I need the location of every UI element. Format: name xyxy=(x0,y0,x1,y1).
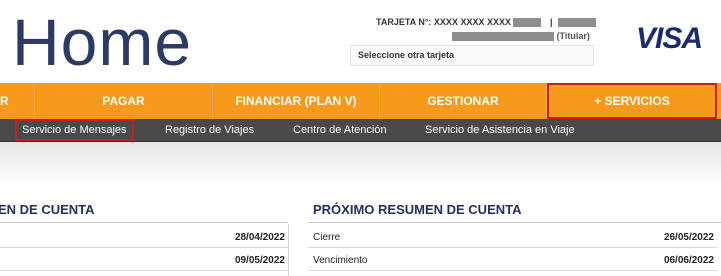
visa-logo: VISA xyxy=(636,22,703,55)
card-number-label: TARJETA N°: XXXX XXXX XXXX xyxy=(376,17,511,27)
left-row-value: 28/04/2022 xyxy=(234,232,285,243)
left-panel-edge xyxy=(288,224,289,276)
right-summary-row: Cierre 26/05/2022 xyxy=(308,227,717,248)
subnav-registro-viajes[interactable]: Registro de Viajes xyxy=(165,119,254,141)
nav-item-pagar[interactable]: PAGAR xyxy=(35,83,213,119)
card-separator: | xyxy=(550,17,553,27)
nav-item-truncated[interactable]: R xyxy=(0,83,35,119)
subnav-centro-atencion[interactable]: Centro de Atención xyxy=(293,119,387,141)
redacted-name-part xyxy=(558,18,597,28)
left-summary-row: 09/05/2022 xyxy=(0,250,288,271)
card-number-line: TARJETA N°: XXXX XXXX XXXX | xyxy=(376,17,597,28)
left-row-value: 09/05/2022 xyxy=(234,255,285,266)
right-summary-divider xyxy=(308,222,721,223)
content-header-shade xyxy=(0,142,721,186)
right-summary-row: Vencimiento 06/06/2022 xyxy=(308,250,717,271)
right-summary-title: PRÓXIMO RESUMEN DE CUENTA xyxy=(313,202,522,217)
sub-nav: Servicio de Mensajes Registro de Viajes … xyxy=(0,119,721,142)
right-row-label: Vencimiento xyxy=(313,255,368,266)
redacted-holder-name xyxy=(452,32,554,42)
nav-item-gestionar[interactable]: GESTIONAR xyxy=(380,83,547,119)
redacted-digits xyxy=(513,18,542,28)
right-row-value: 26/05/2022 xyxy=(663,232,714,243)
left-summary-divider xyxy=(0,222,288,223)
card-select-dropdown[interactable]: Seleccione otra tarjeta xyxy=(350,45,594,66)
subnav-asistencia-viaje[interactable]: Servicio de Asistencia en Viaje xyxy=(425,119,575,141)
right-row-value: 06/06/2022 xyxy=(663,255,714,266)
card-holder-role: (Titular) xyxy=(556,31,590,41)
left-summary-title: EN DE CUENTA xyxy=(0,202,95,217)
nav-item-mas-servicios[interactable]: + SERVICIOS xyxy=(547,83,717,119)
main-nav: R PAGAR FINANCIAR (PLAN V) GESTIONAR + S… xyxy=(0,83,721,119)
right-row-label: Cierre xyxy=(313,232,341,243)
nav-item-financiar[interactable]: FINANCIAR (PLAN V) xyxy=(213,83,380,119)
card-holder-line: (Titular) xyxy=(452,31,590,42)
left-summary-row: 28/04/2022 xyxy=(0,227,288,248)
subnav-servicio-mensajes[interactable]: Servicio de Mensajes xyxy=(15,119,134,141)
page-title: Home xyxy=(12,5,193,79)
